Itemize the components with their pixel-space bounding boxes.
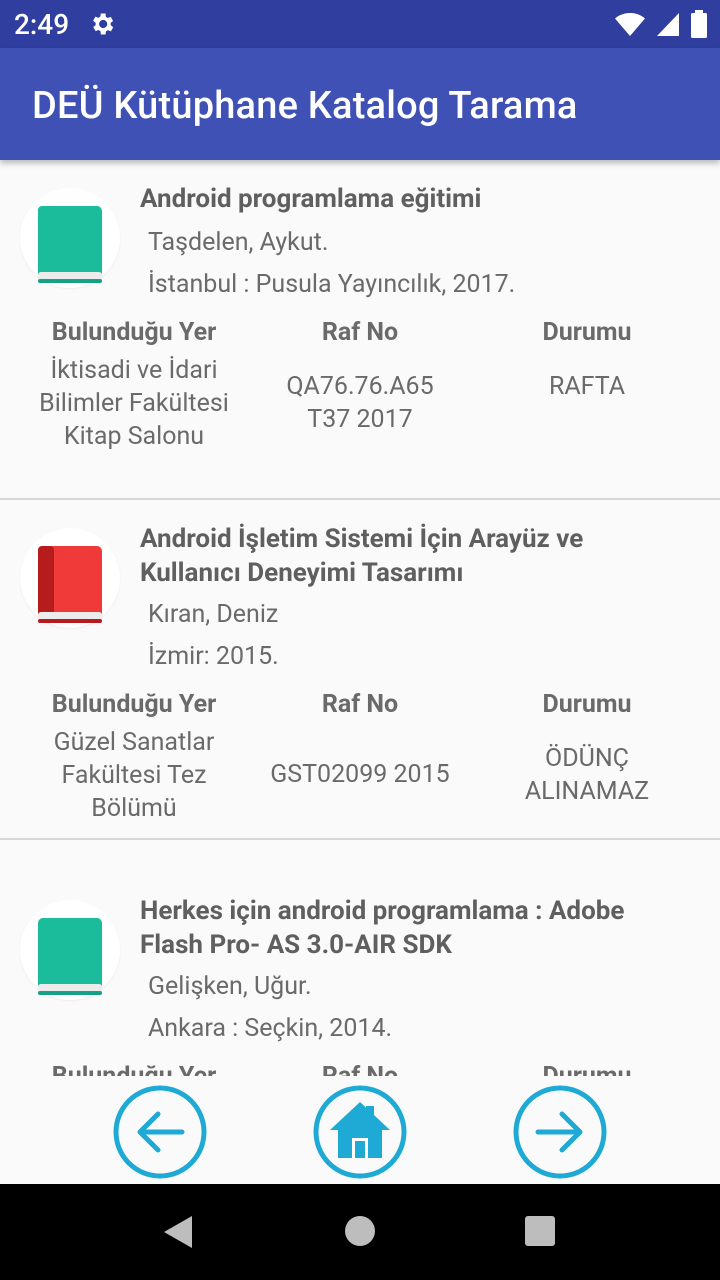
status-header: Durumu (468, 1062, 706, 1076)
location-value: İktisadi ve İdari Bilimler Fakültesi Kit… (39, 356, 229, 451)
app-title: DEÜ Kütüphane Katalog Tarama (32, 84, 578, 128)
book-title: Android İşletim Sistemi İçin Arayüz ve K… (140, 524, 584, 588)
status-bar: 2:49 (0, 0, 720, 48)
book-publisher: Ankara : Seçkin, 2014. (148, 1014, 393, 1043)
book-card[interactable]: Android İşletim Sistemi İçin Arayüz ve K… (0, 500, 720, 840)
shelf-value: QA76.76.A65 T37 2017 (286, 372, 434, 434)
status-value: ÖDÜNÇ ALINAMAZ (524, 744, 650, 806)
back-arrow-icon (113, 1085, 207, 1179)
book-card[interactable]: Herkes için android programlama : Adobe … (0, 872, 720, 1076)
book-list[interactable]: Android programlama eğitimi Taşdelen, Ay… (0, 160, 720, 1076)
shelf-header: Raf No (321, 690, 399, 719)
book-author: Kıran, Deniz (148, 600, 279, 629)
status-header: Durumu (542, 318, 632, 347)
battery-icon (690, 10, 708, 42)
location-header: Bulunduğu Yer (14, 1062, 254, 1076)
location-header: Bulunduğu Yer (51, 318, 217, 347)
system-back-icon[interactable] (162, 1214, 194, 1254)
system-recent-apps-icon[interactable] (525, 1216, 555, 1250)
book-publisher: İstanbul : Pusula Yayıncılık, 2017. (148, 270, 516, 299)
book-icon (36, 544, 104, 630)
next-page-button[interactable] (512, 1084, 608, 1180)
book-author: Gelişken, Uğur. (148, 972, 312, 1001)
shelf-header: Raf No (321, 318, 399, 347)
location-value: Güzel Sanatlar Fakültesi Tez Bölümü (53, 728, 215, 823)
book-avatar (20, 188, 120, 288)
forward-arrow-icon (513, 1085, 607, 1179)
book-icon (36, 916, 104, 1002)
status-time: 2:49 (14, 8, 70, 41)
book-title: Herkes için android programlama : Adobe … (140, 896, 625, 960)
book-icon (36, 204, 104, 290)
status-header: Durumu (542, 690, 632, 719)
app-bar: DEÜ Kütüphane Katalog Tarama (0, 48, 720, 160)
previous-page-button[interactable] (112, 1084, 208, 1180)
system-home-icon[interactable] (345, 1216, 375, 1250)
settings-icon (88, 10, 116, 42)
location-header: Bulunduğu Yer (51, 690, 217, 719)
book-avatar (20, 528, 120, 628)
book-card[interactable]: Android programlama eğitimi Taşdelen, Ay… (0, 160, 720, 500)
shelf-header: Raf No (240, 1062, 480, 1076)
book-title: Android programlama eğitimi (140, 184, 482, 214)
home-icon (313, 1085, 407, 1179)
home-button[interactable] (312, 1084, 408, 1180)
book-author: Taşdelen, Aykut. (148, 228, 329, 257)
book-publisher: İzmir: 2015. (148, 642, 279, 671)
signal-icon (656, 11, 680, 41)
shelf-value: GST02099 2015 (270, 760, 450, 789)
status-value: RAFTA (548, 372, 626, 401)
wifi-icon (614, 11, 646, 41)
book-avatar (20, 900, 120, 1000)
